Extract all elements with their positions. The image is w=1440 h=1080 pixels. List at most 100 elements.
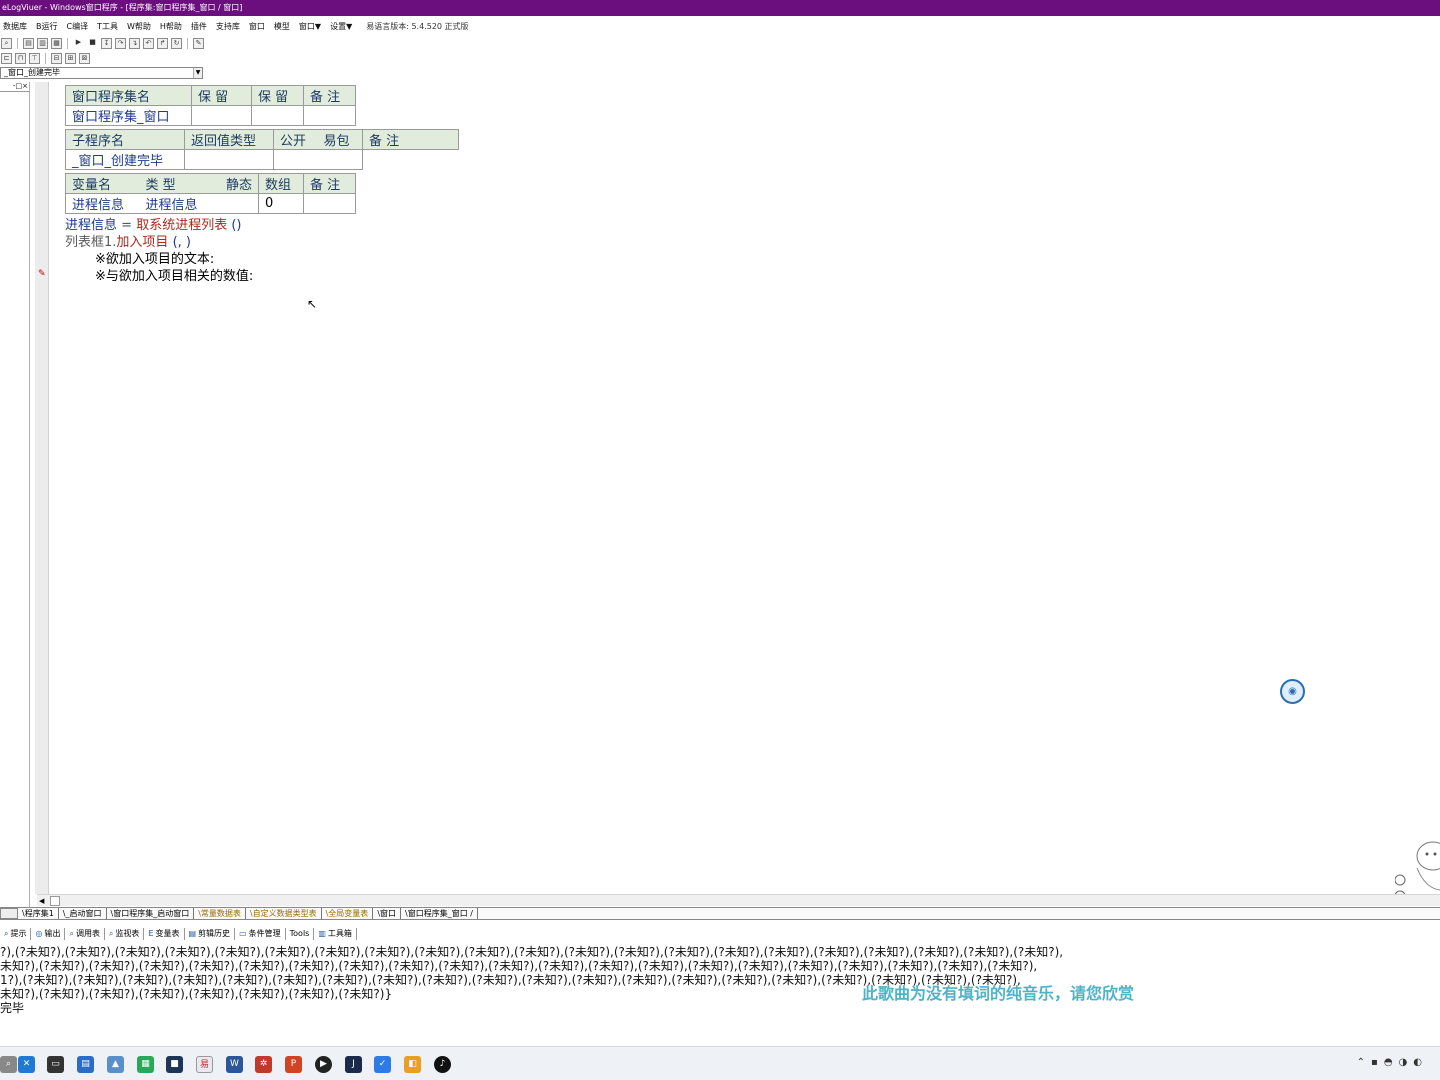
table-cell[interactable]	[191, 105, 252, 126]
same-height-icon[interactable]: ⊞	[65, 52, 76, 64]
step-into-icon[interactable]: ↴	[129, 37, 140, 49]
vscode-icon[interactable]: ✕	[18, 1056, 35, 1073]
table-cell[interactable]	[211, 193, 259, 214]
menu-item-libraries[interactable]: 支持库	[213, 21, 246, 32]
notes-icon[interactable]: ▦	[137, 1056, 154, 1073]
same-width-icon[interactable]: ⊟	[51, 52, 62, 64]
code-gutter[interactable]	[35, 82, 49, 894]
jump-icon[interactable]: ↱	[157, 37, 168, 49]
table-cell[interactable]: _窗口_创建完毕	[65, 149, 185, 170]
tab-scroll-control[interactable]	[0, 908, 18, 919]
toolbar-separator	[17, 37, 18, 49]
tab-startup-assembly[interactable]: \窗口程序集_启动窗口	[107, 908, 195, 919]
menu-item-window[interactable]: 窗口	[246, 21, 271, 32]
terminal-icon[interactable]: ▭	[47, 1056, 64, 1073]
menu-item-model[interactable]: 模型	[271, 21, 296, 32]
code-param-hint[interactable]: ※与欲加入项目相关的数值:	[65, 268, 459, 285]
table-cell[interactable]	[251, 105, 304, 126]
scrollbar-thumb[interactable]	[50, 896, 60, 906]
tab-startup-window[interactable]: \_启动窗口	[59, 908, 107, 919]
chevron-left-icon[interactable]: ◀	[39, 896, 49, 906]
layout-grid-icon[interactable]: ▦	[51, 37, 62, 49]
tab-globals[interactable]: \全局变量表	[322, 908, 374, 919]
layout-icon[interactable]: ▤	[23, 37, 34, 49]
step-out-icon[interactable]: ↶	[143, 37, 154, 49]
subroutine-combo[interactable]: _窗口_创建完毕 ▼	[0, 67, 203, 79]
editor-tabs: \程序集1 \_启动窗口 \窗口程序集_启动窗口 \常量数据表 \自定义数据类型…	[0, 907, 1440, 920]
table-cell[interactable]	[303, 105, 356, 126]
table-cell[interactable]	[184, 149, 274, 170]
table-cell[interactable]: 0	[258, 193, 304, 214]
breakpoint-icon[interactable]: ✎	[193, 37, 204, 49]
taskbar-search-icon[interactable]: ⌕	[0, 1056, 17, 1073]
chevron-down-icon[interactable]: ▼	[193, 68, 202, 78]
tab-window-assembly[interactable]: \窗口程序集_窗口 /	[401, 908, 478, 919]
panel-controls-icon[interactable]: -□×	[0, 82, 29, 92]
menu-item-help-w[interactable]: W帮助	[124, 21, 157, 32]
tab-conditions[interactable]: ▭ 条件管理	[235, 928, 286, 940]
stop-icon[interactable]: ■	[87, 38, 98, 49]
align-left-icon[interactable]: ⊏	[1, 52, 12, 64]
find-icon[interactable]: ⌕	[1, 37, 12, 49]
media-player-icon[interactable]: ▶	[315, 1056, 332, 1073]
same-size-icon[interactable]: ⊠	[79, 52, 90, 64]
menu-item-help[interactable]: H帮助	[157, 21, 188, 32]
chart-app-icon[interactable]: ▲	[107, 1056, 124, 1073]
output-panel[interactable]: ?),(?未知?),(?未知?),(?未知?),(?未知?),(?未知?),(?…	[0, 945, 1440, 1041]
tab-toolbox[interactable]: ▥ 工具箱	[314, 928, 357, 940]
xmind-icon[interactable]: ✲	[255, 1056, 272, 1073]
console-app-icon[interactable]: ■	[166, 1056, 183, 1073]
word-icon[interactable]: W	[226, 1056, 243, 1073]
table-cell[interactable]: 窗口程序集_窗口	[65, 105, 192, 126]
tab-constants[interactable]: \常量数据表	[194, 908, 246, 919]
menu-item-database[interactable]: 数据库	[0, 21, 33, 32]
tab-call-stack[interactable]: ⌕ 调用表	[65, 928, 105, 940]
tab-clip-history[interactable]: ▤ 剪辑历史	[185, 928, 236, 940]
menu-item-plugins[interactable]: 插件	[188, 21, 213, 32]
table-cell[interactable]	[273, 149, 318, 170]
step-over-icon[interactable]: ↷	[115, 37, 126, 49]
layout-alt-icon[interactable]: ▥	[37, 37, 48, 49]
output-line: 未知?),(?未知?),(?未知?),(?未知?),(?未知?),(?未知?),…	[0, 987, 393, 1001]
align-top-icon[interactable]: ⊤	[29, 52, 40, 64]
powerpoint-icon[interactable]: P	[285, 1056, 302, 1073]
code-param-hint[interactable]: ※欲加入项目的文本:	[65, 251, 459, 268]
tab-variables[interactable]: E 变量表	[144, 928, 185, 940]
table-header: 返回值类型	[184, 129, 274, 150]
step-icon[interactable]: ↧	[101, 37, 112, 49]
jetbrains-icon[interactable]: J	[345, 1056, 362, 1073]
menu-item-settings[interactable]: 设置▼	[327, 21, 358, 32]
table-cell[interactable]: 进程信息	[139, 193, 212, 214]
floating-assistant-icon[interactable]: ◉	[1280, 679, 1305, 704]
table-cell[interactable]	[303, 193, 356, 214]
table-header: 静态	[211, 173, 259, 194]
notepad-icon[interactable]: ▤	[77, 1056, 94, 1073]
tab-output[interactable]: ◎ 输出	[31, 928, 66, 940]
table-cell[interactable]	[317, 149, 363, 170]
code-line[interactable]: 进程信息 = 取系统进程列表 ()	[65, 217, 459, 234]
music-app-icon[interactable]: ♪	[434, 1056, 451, 1073]
run-icon[interactable]: ▶	[73, 38, 84, 49]
tab-window[interactable]: \窗口	[373, 908, 402, 919]
easy-language-icon[interactable]: 易	[196, 1056, 213, 1073]
table-cell[interactable]	[362, 149, 459, 170]
code-line[interactable]: 列表框1.加入项目 (, )	[65, 234, 459, 251]
tab-watch[interactable]: ⌕ 监视表	[105, 928, 145, 940]
tab-label: 监视表	[115, 929, 140, 938]
align-center-icon[interactable]: ⊓	[15, 52, 26, 64]
tab-assembly1[interactable]: \程序集1	[18, 908, 59, 919]
code-editor[interactable]: 窗口程序集名 保 留 保 留 备 注 窗口程序集_窗口 子程序名 返回值类型 公…	[65, 85, 459, 285]
tab-tools[interactable]: Tools	[286, 928, 315, 940]
menu-item-compile[interactable]: C编译	[64, 21, 95, 32]
menu-item-window-dropdown[interactable]: 窗口▼	[296, 21, 327, 32]
tab-hint[interactable]: ⌕ 提示	[0, 928, 32, 940]
menu-item-tools[interactable]: T工具	[94, 21, 124, 32]
check-app-icon[interactable]: ✓	[374, 1056, 391, 1073]
menu-item-run[interactable]: B运行	[33, 21, 64, 32]
horizontal-scrollbar[interactable]: ◀	[37, 894, 1440, 906]
window-app-icon[interactable]: ◧	[404, 1056, 421, 1073]
rerun-icon[interactable]: ↻	[171, 37, 182, 49]
tab-custom-types[interactable]: \自定义数据类型表	[246, 908, 322, 919]
table-cell[interactable]: 进程信息	[65, 193, 140, 214]
system-tray-icons[interactable]: ⌃▪◓◑◐	[1357, 1057, 1428, 1068]
